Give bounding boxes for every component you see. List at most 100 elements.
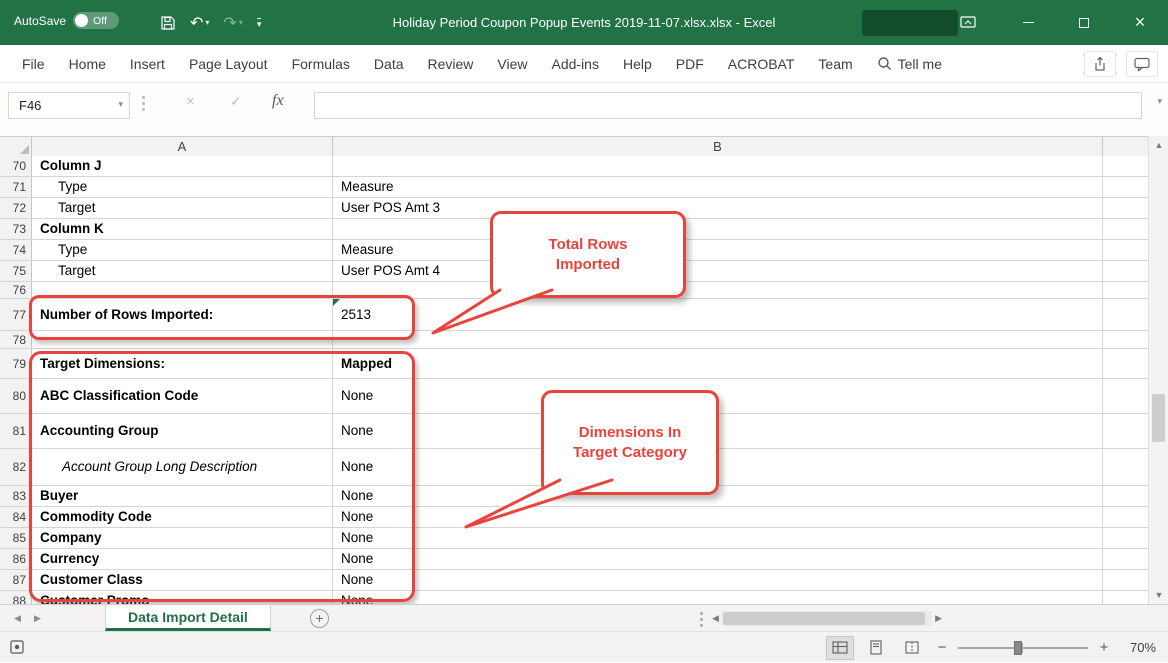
tell-me-box[interactable]: Tell me — [865, 45, 954, 83]
cell-a[interactable]: Target — [32, 198, 333, 218]
vscroll-thumb[interactable] — [1152, 394, 1165, 442]
ribbon-tab-help[interactable]: Help — [611, 45, 664, 83]
cell-a[interactable] — [32, 282, 333, 298]
name-box-dropdown-icon[interactable]: ▾ — [118, 99, 123, 110]
cell-c[interactable] — [1103, 528, 1148, 548]
undo-dropdown-icon[interactable]: ▾ — [205, 18, 209, 27]
cell-c[interactable] — [1103, 198, 1148, 218]
page-break-view-button[interactable] — [898, 636, 926, 660]
formula-bar-expand-icon[interactable]: ▾ — [1157, 96, 1162, 107]
new-sheet-button[interactable]: + — [310, 609, 329, 628]
save-button[interactable] — [160, 15, 176, 31]
hscroll-track[interactable] — [722, 611, 932, 626]
zoom-slider-thumb[interactable] — [1014, 641, 1022, 655]
cell-b[interactable]: User POS Amt 3 — [333, 198, 1103, 218]
cell-c[interactable] — [1103, 282, 1148, 298]
page-layout-view-button[interactable] — [862, 636, 890, 660]
cell-c[interactable] — [1103, 331, 1148, 348]
cell-b[interactable]: None — [333, 528, 1103, 548]
row-number[interactable]: 78 — [0, 331, 32, 348]
ribbon-tab-team[interactable]: Team — [806, 45, 864, 83]
cell-a[interactable]: Buyer — [32, 486, 333, 506]
cell-c[interactable] — [1103, 177, 1148, 197]
cell-c[interactable] — [1103, 349, 1148, 378]
row-number[interactable]: 79 — [0, 349, 32, 378]
cell-a[interactable]: Number of Rows Imported: — [32, 299, 333, 330]
cell-c[interactable] — [1103, 549, 1148, 569]
redo-dropdown-icon[interactable]: ▾ — [239, 18, 243, 27]
ribbon-tab-view[interactable]: View — [485, 45, 539, 83]
vertical-scrollbar[interactable]: ▲ ▼ — [1148, 136, 1168, 604]
cell-c[interactable] — [1103, 240, 1148, 260]
redo-button[interactable]: ↷▾ — [223, 13, 242, 33]
zoom-level-label[interactable]: 70% — [1120, 640, 1156, 655]
row-number[interactable]: 70 — [0, 156, 32, 176]
row-number[interactable]: 73 — [0, 219, 32, 239]
formula-bar-handle[interactable] — [142, 96, 145, 111]
row-number[interactable]: 77 — [0, 299, 32, 330]
cell-c[interactable] — [1103, 219, 1148, 239]
row-number[interactable]: 74 — [0, 240, 32, 260]
cell-a[interactable]: Target Dimensions: — [32, 349, 333, 378]
maximize-button[interactable] — [1056, 0, 1112, 45]
cell-c[interactable] — [1103, 507, 1148, 527]
hscroll-right-icon[interactable]: ▶ — [935, 613, 942, 624]
row-number[interactable]: 71 — [0, 177, 32, 197]
ribbon-tab-add-ins[interactable]: Add-ins — [540, 45, 611, 83]
select-all-corner[interactable] — [0, 137, 32, 157]
comments-icon[interactable] — [1126, 51, 1158, 77]
cell-a[interactable]: Company — [32, 528, 333, 548]
cell-a[interactable]: Type — [32, 177, 333, 197]
hscroll-thumb[interactable] — [723, 612, 925, 625]
cell-b[interactable]: None — [333, 449, 1103, 485]
row-number[interactable]: 80 — [0, 379, 32, 413]
zoom-out-button[interactable]: − — [934, 639, 950, 656]
cell-b[interactable] — [333, 282, 1103, 298]
cell-b[interactable]: 2513 — [333, 299, 1103, 330]
ribbon-tab-pdf[interactable]: PDF — [664, 45, 716, 83]
cell-a[interactable]: Commodity Code — [32, 507, 333, 527]
sheet-tab-data-import-detail[interactable]: Data Import Detail — [105, 605, 271, 631]
row-number[interactable]: 85 — [0, 528, 32, 548]
cell-a[interactable]: ABC Classification Code — [32, 379, 333, 413]
cell-c[interactable] — [1103, 379, 1148, 413]
row-number[interactable]: 76 — [0, 282, 32, 298]
ribbon-tab-formulas[interactable]: Formulas — [280, 45, 362, 83]
cell-b[interactable]: Mapped — [333, 349, 1103, 378]
formula-input[interactable] — [314, 92, 1142, 119]
share-icon[interactable] — [1084, 51, 1116, 77]
cell-a[interactable]: Column K — [32, 219, 333, 239]
customize-qat-button[interactable]: ▾ — [257, 18, 262, 28]
cell-b[interactable]: None — [333, 591, 1103, 604]
horizontal-scrollbar[interactable]: ◀ ▶ — [712, 609, 942, 627]
cell-c[interactable] — [1103, 449, 1148, 485]
sheet-nav-right-icon[interactable]: ▶ — [34, 605, 41, 632]
ribbon-tab-file[interactable]: File — [10, 45, 57, 83]
cell-b[interactable]: Measure — [333, 240, 1103, 260]
name-box[interactable]: F46 ▾ — [8, 92, 130, 119]
cell-b[interactable] — [333, 219, 1103, 239]
cell-a[interactable]: Currency — [32, 549, 333, 569]
cell-a[interactable]: Customer Promo — [32, 591, 333, 604]
ribbon-tab-home[interactable]: Home — [57, 45, 118, 83]
row-number[interactable]: 83 — [0, 486, 32, 506]
vscroll-track[interactable] — [1149, 156, 1168, 584]
zoom-slider[interactable] — [958, 640, 1088, 656]
row-number[interactable]: 87 — [0, 570, 32, 590]
close-button[interactable]: × — [1112, 0, 1168, 45]
cell-a[interactable]: Accounting Group — [32, 414, 333, 448]
cell-b[interactable]: None — [333, 507, 1103, 527]
row-number[interactable]: 72 — [0, 198, 32, 218]
autosave-toggle[interactable]: AutoSave Off — [14, 12, 119, 29]
cell-b[interactable]: User POS Amt 4 — [333, 261, 1103, 281]
cancel-entry-icon[interactable]: × — [186, 93, 195, 110]
undo-button[interactable]: ↶▾ — [190, 13, 209, 33]
cell-a[interactable]: Customer Class — [32, 570, 333, 590]
hscroll-left-icon[interactable]: ◀ — [712, 613, 719, 624]
cell-c[interactable] — [1103, 299, 1148, 330]
cell-c[interactable] — [1103, 591, 1148, 604]
zoom-in-button[interactable]: + — [1096, 639, 1112, 656]
enter-entry-icon[interactable]: ✓ — [230, 93, 242, 110]
cell-a[interactable]: Account Group Long Description — [32, 449, 333, 485]
cell-b[interactable]: Measure — [333, 177, 1103, 197]
